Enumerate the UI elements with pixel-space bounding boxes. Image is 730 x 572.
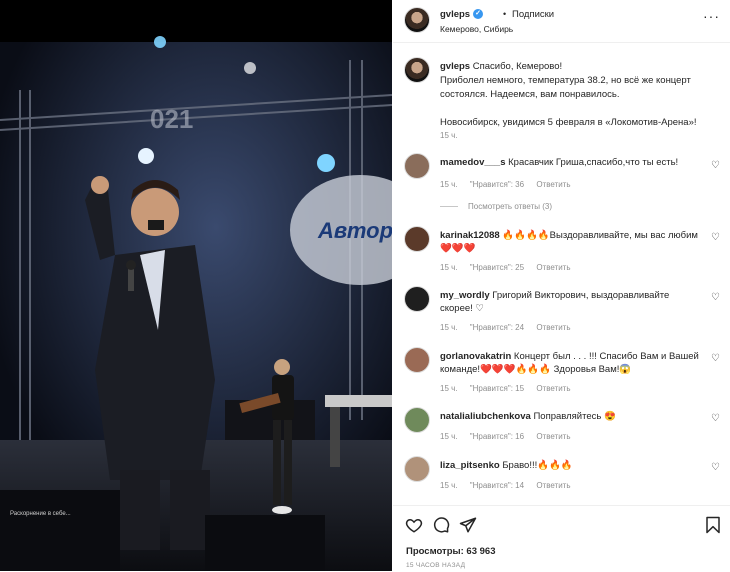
comment-username[interactable]: my_wordly (440, 290, 490, 301)
comment-avatar[interactable] (404, 456, 430, 482)
comment-avatar[interactable] (404, 153, 430, 179)
following-button[interactable]: Подписки (512, 9, 554, 20)
views-count[interactable]: Просмотры: 63 963 (406, 546, 496, 557)
concert-scene: Автор 021 Раскорнение в себе... (0, 0, 392, 571)
post-header: gvleps ✓ • Подписки Кемерово, Сибирь ··· (393, 0, 730, 43)
post-time[interactable]: 15 ЧАСОВ НАЗАД (406, 562, 465, 569)
caption-meta: 15 ч. (440, 131, 468, 140)
comment-likes[interactable]: "Нравится": 16 (470, 432, 524, 441)
comment: natalialiubchenkova Поправляйтесь 😍 (440, 410, 702, 423)
caption-text: Спасибо, Кемерово! Приболел немного, тем… (440, 61, 697, 128)
comment-meta: 15 ч. "Нравится": 15 Ответить (440, 384, 581, 393)
comment-text: Красавчик Гриша,спасибо,что ты есть! (508, 157, 679, 168)
comment-likes[interactable]: "Нравится": 24 (470, 323, 524, 332)
caption: gvleps Спасибо, Кемерово! Приболел немно… (440, 60, 710, 130)
comment-text: Поправляйтесь 😍 (533, 411, 616, 422)
location-link[interactable]: Кемерово, Сибирь (440, 24, 513, 34)
comment: gorlanovakatrin Концерт был . . . !!! Сп… (440, 350, 702, 376)
like-comment-icon[interactable]: ♡ (711, 292, 720, 303)
post-video[interactable]: Автор 021 Раскорнение в себе... (0, 0, 392, 571)
comment-time: 15 ч. (440, 384, 458, 393)
more-icon[interactable]: ··· (703, 8, 720, 24)
reply-button[interactable]: Ответить (536, 180, 570, 189)
comment-meta: 15 ч. "Нравится": 36 Ответить (440, 180, 581, 189)
comment-avatar[interactable] (404, 226, 430, 252)
comment-avatar[interactable] (404, 407, 430, 433)
separator-dot: • (503, 9, 507, 19)
comment: mamedov___s Красавчик Гриша,спасибо,что … (440, 156, 702, 169)
caption-username[interactable]: gvleps (440, 61, 470, 72)
reply-button[interactable]: Ответить (536, 432, 570, 441)
post-panel: gvleps ✓ • Подписки Кемерово, Сибирь ··· … (393, 0, 730, 571)
caption-time: 15 ч. (440, 131, 458, 140)
comment-likes[interactable]: "Нравится": 15 (470, 384, 524, 393)
comment-time: 15 ч. (440, 481, 458, 490)
comment-meta: 15 ч. "Нравится": 16 Ответить (440, 432, 581, 441)
comment-username[interactable]: gorlanovakatrin (440, 351, 511, 362)
author-username-text[interactable]: gvleps (440, 9, 470, 20)
like-comment-icon[interactable]: ♡ (711, 353, 720, 364)
reply-button[interactable]: Ответить (536, 323, 570, 332)
comment-time: 15 ч. (440, 180, 458, 189)
comment-text: Браво!!!🔥🔥🔥 (502, 460, 573, 471)
reply-button[interactable]: Ответить (536, 384, 570, 393)
comment-meta: 15 ч. "Нравится": 25 Ответить (440, 263, 581, 272)
verified-icon: ✓ (473, 9, 484, 20)
post-actions: Просмотры: 63 963 15 ЧАСОВ НАЗАД (393, 505, 730, 572)
comment-username[interactable]: liza_pitsenko (440, 460, 500, 471)
comment-likes[interactable]: "Нравится": 14 (470, 481, 524, 490)
share-icon[interactable] (459, 516, 477, 534)
reply-button[interactable]: Ответить (536, 481, 570, 490)
like-comment-icon[interactable]: ♡ (711, 462, 720, 473)
comment: liza_pitsenko Браво!!!🔥🔥🔥 (440, 459, 702, 472)
caption-avatar[interactable] (404, 57, 430, 83)
comment-icon[interactable] (432, 516, 450, 534)
comment: my_wordly Григорий Викторович, выздоравл… (440, 289, 702, 315)
like-comment-icon[interactable]: ♡ (711, 413, 720, 424)
comment-username[interactable]: natalialiubchenkova (440, 411, 531, 422)
comment-time: 15 ч. (440, 323, 458, 332)
comment-username[interactable]: karinak12088 (440, 230, 500, 241)
svg-text:021: 021 (150, 104, 193, 134)
comment-likes[interactable]: "Нравится": 36 (470, 180, 524, 189)
like-comment-icon[interactable]: ♡ (711, 160, 720, 171)
replies-line (440, 206, 458, 208)
bookmark-icon[interactable] (704, 516, 722, 534)
comment-time: 15 ч. (440, 432, 458, 441)
comment-meta: 15 ч. "Нравится": 14 Ответить (440, 481, 581, 490)
author-avatar[interactable] (404, 7, 430, 33)
heart-icon[interactable] (405, 516, 423, 534)
comment-likes[interactable]: "Нравится": 25 (470, 263, 524, 272)
comment-time: 15 ч. (440, 263, 458, 272)
view-replies-label[interactable]: Посмотреть ответы (3) (468, 202, 552, 211)
view-replies[interactable]: Посмотреть ответы (3) (440, 202, 552, 211)
like-comment-icon[interactable]: ♡ (711, 232, 720, 243)
comment-avatar[interactable] (404, 347, 430, 373)
comment-meta: 15 ч. "Нравится": 24 Ответить (440, 323, 581, 332)
author-username[interactable]: gvleps ✓ (440, 9, 484, 20)
comment-username[interactable]: mamedov___s (440, 157, 505, 168)
svg-text:Раскорнение в себе...: Раскорнение в себе... (10, 511, 71, 517)
reply-button[interactable]: Ответить (536, 263, 570, 272)
comment: karinak12088 🔥🔥🔥🔥Выздоравливайте, мы вас… (440, 229, 702, 255)
comment-avatar[interactable] (404, 286, 430, 312)
svg-text:Автор: Автор (317, 218, 392, 243)
